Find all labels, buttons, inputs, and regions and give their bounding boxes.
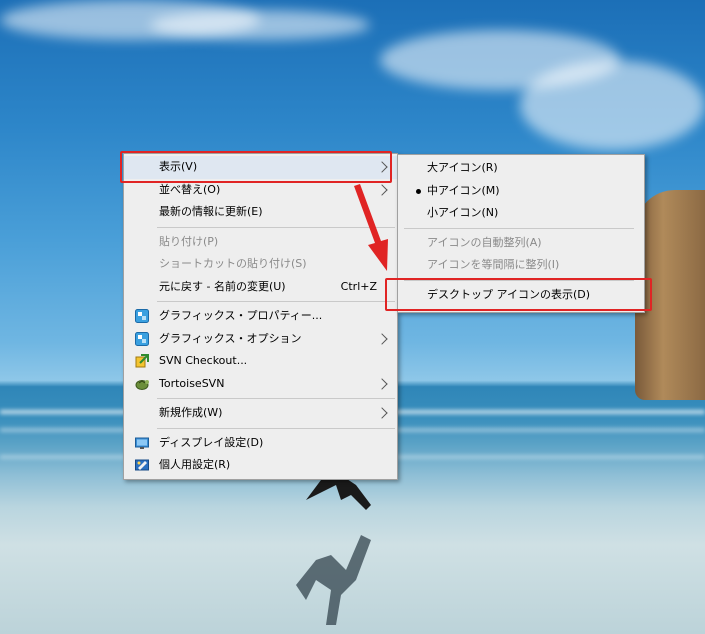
menu-separator — [157, 398, 395, 399]
menu-separator — [157, 427, 395, 429]
menu-item-small-icons[interactable]: 小アイコン(N) — [398, 202, 644, 225]
cloud — [150, 10, 370, 40]
display-settings-icon — [135, 437, 149, 449]
menu-item-auto-arrange[interactable]: アイコンの自動整列(A) — [398, 232, 644, 255]
menu-item-label: 個人用設定(R) — [159, 458, 231, 471]
svn-checkout-icon — [135, 354, 149, 368]
personalize-icon — [135, 459, 149, 471]
highlight-show-desktop-icons — [385, 278, 652, 311]
menu-item-label: 新規作成(W) — [159, 406, 223, 419]
menu-item-new[interactable]: 新規作成(W) — [124, 402, 397, 425]
chevron-right-icon — [376, 332, 388, 345]
runner-silhouette — [296, 475, 371, 625]
intel-graphics-icon — [135, 309, 149, 323]
menu-item-label: SVN Checkout... — [159, 354, 248, 367]
menu-item-display-settings[interactable]: ディスプレイ設定(D) — [124, 432, 397, 455]
menu-item-undo-rename[interactable]: 元に戻す - 名前の変更(U) Ctrl+Z — [124, 276, 397, 299]
highlight-view-item — [120, 151, 392, 183]
menu-item-label: ショートカットの貼り付け(S) — [159, 257, 307, 270]
menu-item-label: アイコンを等間隔に整列(I) — [427, 258, 560, 271]
menu-item-medium-icons[interactable]: 中アイコン(M) — [398, 180, 644, 203]
menu-item-large-icons[interactable]: 大アイコン(R) — [398, 157, 644, 180]
intel-graphics-icon — [135, 331, 149, 346]
menu-item-label: 小アイコン(N) — [427, 206, 499, 219]
menu-item-shortcut: Ctrl+Z — [340, 279, 377, 293]
tortoise-svn-icon — [135, 379, 149, 390]
menu-item-label: 中アイコン(M) — [427, 183, 500, 197]
menu-item-label: アイコンの自動整列(A) — [427, 235, 542, 249]
chevron-right-icon — [376, 407, 388, 419]
menu-item-svn-checkout[interactable]: SVN Checkout... — [124, 350, 397, 373]
chevron-right-icon — [376, 377, 388, 390]
menu-separator — [157, 301, 395, 302]
annotation-arrow — [354, 184, 388, 271]
selected-bullet-icon — [416, 188, 421, 194]
menu-item-label: グラフィックス・プロパティー... — [159, 309, 323, 322]
menu-separator — [404, 227, 634, 229]
menu-item-label: 最新の情報に更新(E) — [159, 205, 263, 218]
menu-item-label: TortoiseSVN — [159, 376, 225, 390]
menu-item-tortoise-svn[interactable]: TortoiseSVN — [124, 373, 397, 396]
menu-item-graphics-options[interactable]: グラフィックス・オプション — [124, 328, 397, 351]
cloud — [520, 60, 705, 150]
menu-item-label: ディスプレイ設定(D) — [159, 435, 264, 449]
menu-item-label: グラフィックス・オプション — [159, 331, 302, 345]
menu-item-label: 貼り付け(P) — [159, 234, 219, 248]
menu-item-graphics-properties[interactable]: グラフィックス・プロパティー... — [124, 305, 397, 328]
menu-item-label: 並べ替え(O) — [159, 182, 221, 196]
menu-item-align-to-grid[interactable]: アイコンを等間隔に整列(I) — [398, 254, 644, 277]
menu-item-personalize[interactable]: 個人用設定(R) — [124, 454, 397, 477]
menu-item-label: 大アイコン(R) — [427, 161, 498, 174]
menu-item-label: 元に戻す - 名前の変更(U) — [159, 279, 286, 293]
